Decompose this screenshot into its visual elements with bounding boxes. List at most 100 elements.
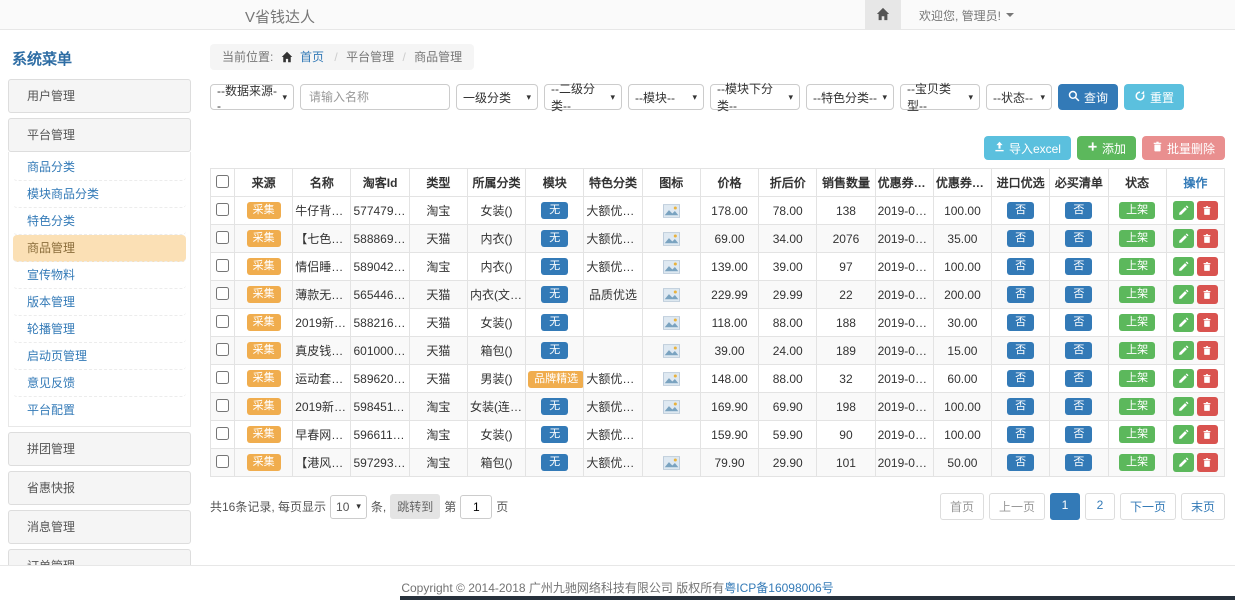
page-button[interactable]: 末页: [1181, 493, 1225, 520]
must-buy-toggle[interactable]: 否: [1065, 370, 1092, 387]
select-all-checkbox[interactable]: [216, 175, 229, 188]
edit-button[interactable]: [1173, 257, 1194, 276]
imported-toggle[interactable]: 否: [1007, 286, 1034, 303]
page-size-select[interactable]: 10 ▾: [330, 495, 367, 519]
page-button[interactable]: 1: [1050, 493, 1080, 520]
page-button[interactable]: 首页: [940, 493, 984, 520]
sidebar-subitem[interactable]: 平台配置: [13, 397, 186, 424]
sidebar-subitem[interactable]: 宣传物料: [13, 262, 186, 289]
imported-toggle[interactable]: 否: [1007, 454, 1034, 471]
module-select[interactable]: --模块--▾: [628, 84, 704, 110]
level2-category-select[interactable]: --二级分类--▾: [544, 84, 622, 110]
sidebar-subitem[interactable]: 特色分类: [13, 208, 186, 235]
data-source-select[interactable]: --数据来源--▾: [210, 84, 294, 110]
delete-button[interactable]: [1197, 229, 1218, 248]
page-button[interactable]: 上一页: [989, 493, 1045, 520]
status-badge[interactable]: 上架: [1119, 286, 1155, 303]
imported-toggle[interactable]: 否: [1007, 370, 1034, 387]
sidebar-subitem[interactable]: 模块商品分类: [13, 181, 186, 208]
status-badge[interactable]: 上架: [1119, 454, 1155, 471]
imported-toggle[interactable]: 否: [1007, 202, 1034, 219]
sidebar-item-2[interactable]: 拼团管理: [8, 432, 191, 466]
sidebar-item-3[interactable]: 省惠快报: [8, 471, 191, 505]
status-badge[interactable]: 上架: [1119, 314, 1155, 331]
status-badge[interactable]: 上架: [1119, 202, 1155, 219]
delete-button[interactable]: [1197, 313, 1218, 332]
row-checkbox[interactable]: [216, 287, 229, 300]
import-excel-button[interactable]: 导入excel: [984, 136, 1071, 160]
row-checkbox[interactable]: [216, 399, 229, 412]
row-checkbox[interactable]: [216, 203, 229, 216]
name-input[interactable]: [300, 84, 450, 110]
must-buy-toggle[interactable]: 否: [1065, 258, 1092, 275]
sidebar-subitem[interactable]: 意见反馈: [13, 370, 186, 397]
delete-button[interactable]: [1197, 425, 1218, 444]
imported-toggle[interactable]: 否: [1007, 258, 1034, 275]
icp-link[interactable]: 粤ICP备16098006号: [724, 581, 833, 595]
delete-button[interactable]: [1197, 285, 1218, 304]
must-buy-toggle[interactable]: 否: [1065, 230, 1092, 247]
edit-button[interactable]: [1173, 425, 1194, 444]
imported-toggle[interactable]: 否: [1007, 398, 1034, 415]
reset-button[interactable]: 重置: [1124, 84, 1184, 110]
module-subcategory-select[interactable]: --模块下分类--▾: [710, 84, 800, 110]
edit-button[interactable]: [1173, 201, 1194, 220]
delete-button[interactable]: [1197, 201, 1218, 220]
row-checkbox[interactable]: [216, 427, 229, 440]
home-button[interactable]: [865, 0, 901, 30]
batch-delete-button[interactable]: 批量删除: [1142, 136, 1225, 160]
must-buy-toggle[interactable]: 否: [1065, 314, 1092, 331]
row-checkbox[interactable]: [216, 231, 229, 244]
sidebar-item-1[interactable]: 平台管理: [8, 118, 191, 152]
status-badge[interactable]: 上架: [1119, 426, 1155, 443]
edit-button[interactable]: [1173, 453, 1194, 472]
delete-button[interactable]: [1197, 453, 1218, 472]
feature-category-select[interactable]: --特色分类--▾: [806, 84, 894, 110]
status-badge[interactable]: 上架: [1119, 398, 1155, 415]
breadcrumb-home-link[interactable]: 首页: [300, 50, 324, 64]
edit-button[interactable]: [1173, 285, 1194, 304]
jump-page-input[interactable]: [460, 495, 492, 519]
must-buy-toggle[interactable]: 否: [1065, 398, 1092, 415]
status-badge[interactable]: 上架: [1119, 370, 1155, 387]
sidebar-subitem[interactable]: 轮播管理: [13, 316, 186, 343]
level1-category-select[interactable]: 一级分类▾: [456, 84, 538, 110]
imported-toggle[interactable]: 否: [1007, 230, 1034, 247]
page-button[interactable]: 下一页: [1120, 493, 1176, 520]
must-buy-toggle[interactable]: 否: [1065, 454, 1092, 471]
must-buy-toggle[interactable]: 否: [1065, 286, 1092, 303]
jump-button[interactable]: 跳转到: [390, 494, 440, 519]
row-checkbox[interactable]: [216, 371, 229, 384]
delete-button[interactable]: [1197, 341, 1218, 360]
edit-button[interactable]: [1173, 369, 1194, 388]
sidebar-subitem[interactable]: 商品管理: [13, 235, 186, 262]
sidebar-subitem[interactable]: 商品分类: [13, 154, 186, 181]
user-menu[interactable]: 欢迎您, 管理员!: [919, 7, 1014, 24]
must-buy-toggle[interactable]: 否: [1065, 202, 1092, 219]
edit-button[interactable]: [1173, 313, 1194, 332]
delete-button[interactable]: [1197, 257, 1218, 276]
sidebar-item-4[interactable]: 消息管理: [8, 510, 191, 544]
row-checkbox[interactable]: [216, 343, 229, 356]
page-button[interactable]: 2: [1085, 493, 1115, 520]
delete-button[interactable]: [1197, 369, 1218, 388]
status-select[interactable]: --状态--▾: [986, 84, 1052, 110]
add-button[interactable]: 添加: [1077, 136, 1136, 160]
edit-button[interactable]: [1173, 229, 1194, 248]
must-buy-toggle[interactable]: 否: [1065, 426, 1092, 443]
delete-button[interactable]: [1197, 397, 1218, 416]
status-badge[interactable]: 上架: [1119, 342, 1155, 359]
sidebar-subitem[interactable]: 启动页管理: [13, 343, 186, 370]
row-checkbox[interactable]: [216, 259, 229, 272]
search-button[interactable]: 查询: [1058, 84, 1118, 110]
edit-button[interactable]: [1173, 397, 1194, 416]
edit-button[interactable]: [1173, 341, 1194, 360]
item-type-select[interactable]: --宝贝类型--▾: [900, 84, 980, 110]
must-buy-toggle[interactable]: 否: [1065, 342, 1092, 359]
imported-toggle[interactable]: 否: [1007, 342, 1034, 359]
status-badge[interactable]: 上架: [1119, 258, 1155, 275]
imported-toggle[interactable]: 否: [1007, 426, 1034, 443]
row-checkbox[interactable]: [216, 315, 229, 328]
status-badge[interactable]: 上架: [1119, 230, 1155, 247]
sidebar-item-0[interactable]: 用户管理: [8, 79, 191, 113]
